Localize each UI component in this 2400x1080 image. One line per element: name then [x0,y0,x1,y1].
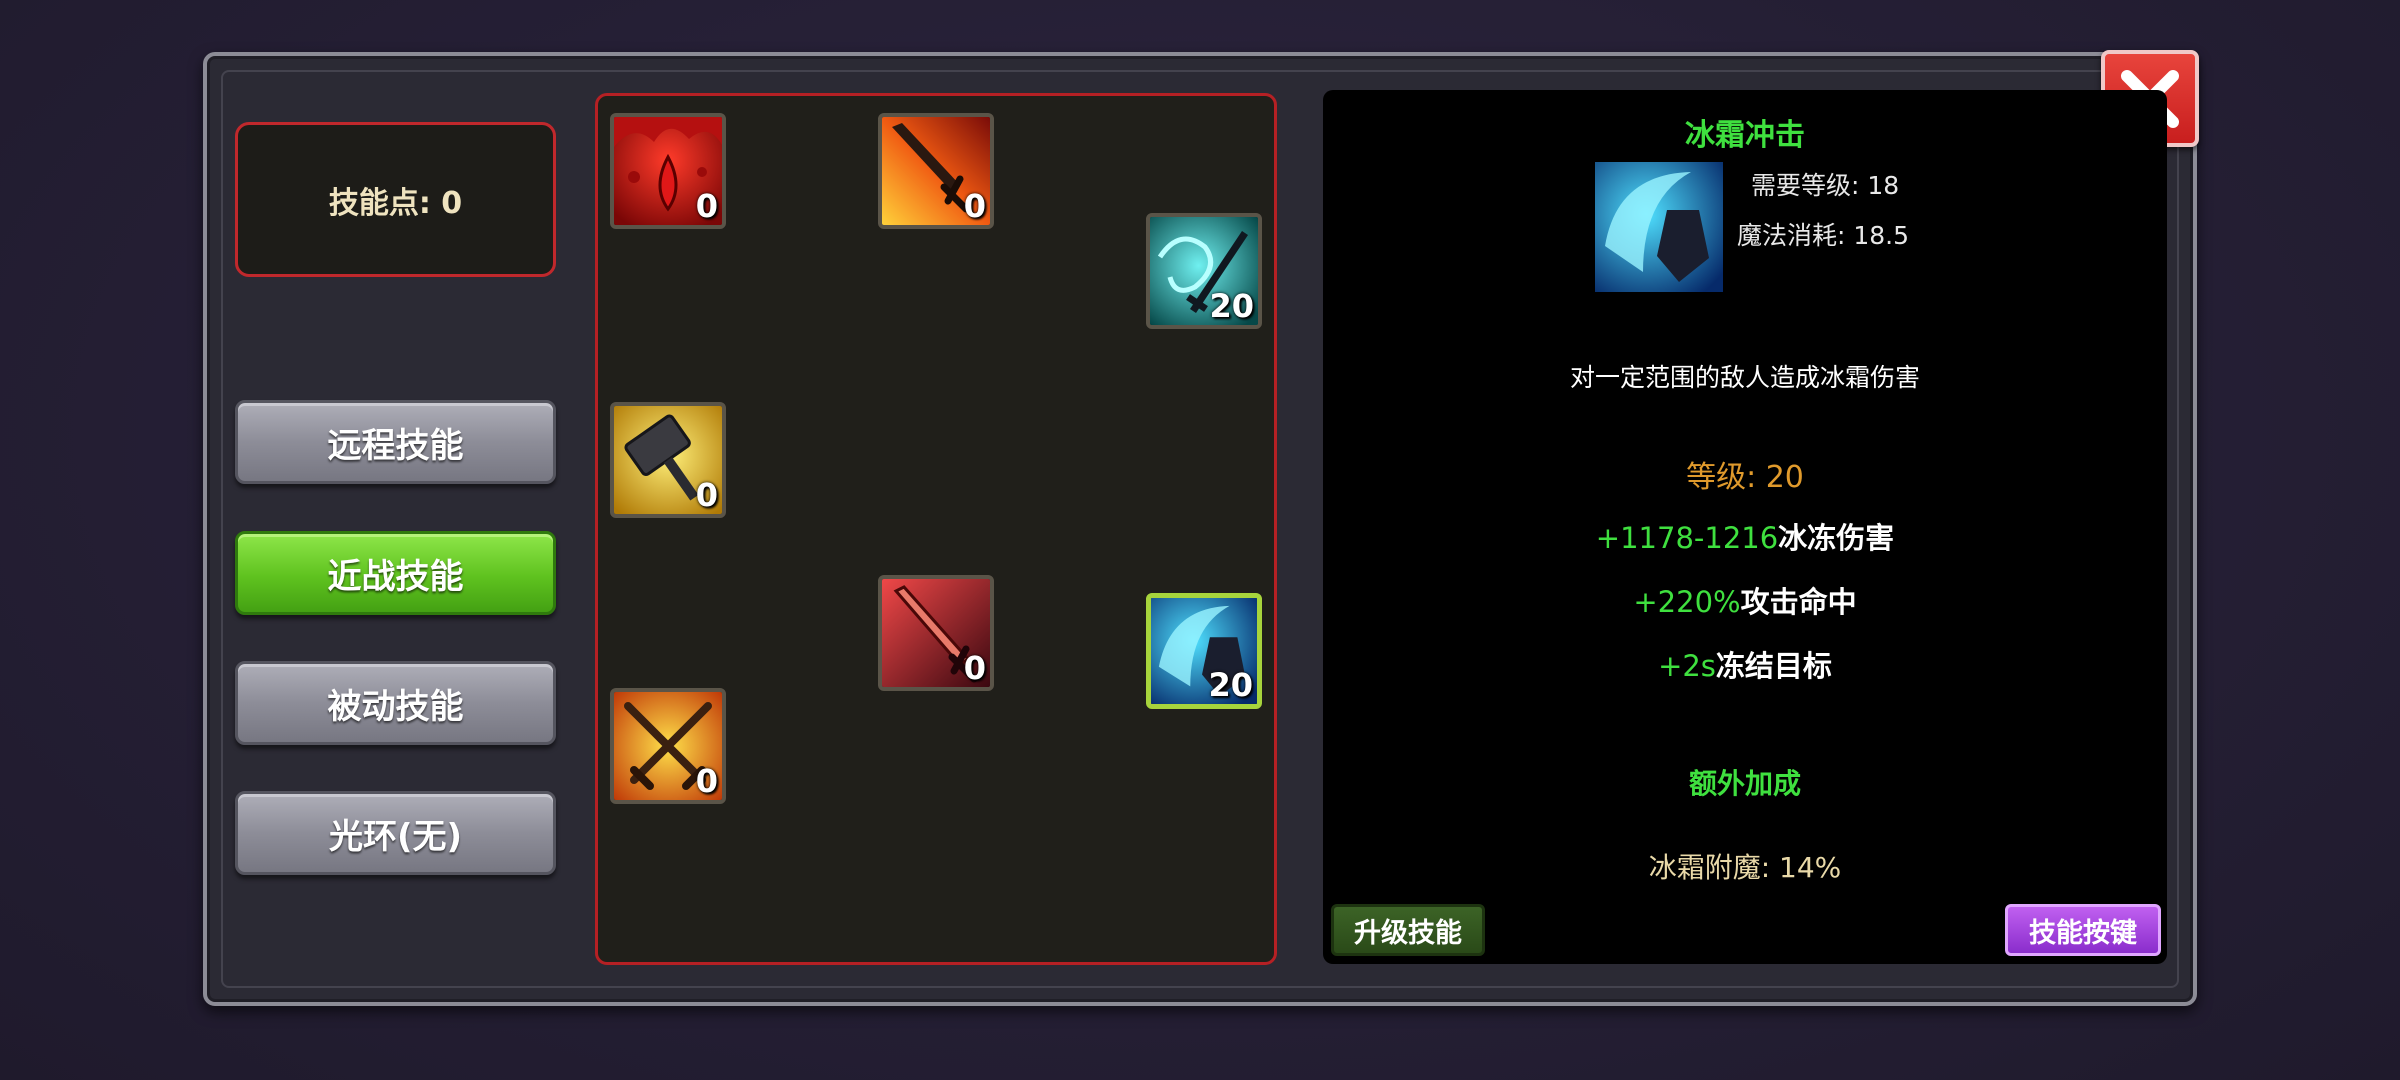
skill-detail-panel: 冰霜冲击 需要等级: 18 魔法消耗: 18.5 对一定范围的敌人造成冰霜伤害 … [1323,90,2167,964]
skill-name: 冰霜冲击 [1685,118,1805,153]
stat-line: +2s冻结目标 [1323,643,2167,685]
skill-level: 0 [963,187,986,225]
tab-label: 远程技能 [327,425,464,466]
skill-points-display: 技能点: 0 [235,122,556,277]
bonus-title: 额外加成 [1688,767,1801,800]
skill-level: 0 [695,762,718,800]
skill-slot-golden-hammer[interactable]: 0 [610,402,726,518]
stat-text: 冰冻伤害 [1778,521,1895,555]
frost-strike-icon [1595,162,1723,292]
tab-label: 被动技能 [327,686,464,727]
stat-value: +1178-1216 [1595,521,1779,555]
skill-slot-crimson-blade[interactable]: 0 [878,575,994,691]
skill-slot-blood-drop[interactable]: 0 [610,113,726,229]
mana-cost: 魔法消耗: 18.5 [1737,221,1910,250]
upgrade-skill-button[interactable]: 升级技能 [1331,904,1485,956]
skill-keybind-button[interactable]: 技能按键 [2005,904,2161,956]
stat-line: +220%攻击命中 [1323,579,2167,621]
skill-slot-frost-strike[interactable]: 20 [1146,593,1262,709]
skill-slot-crossed-swords[interactable]: 0 [610,688,726,804]
skill-level: 0 [695,187,718,225]
bonus-value: 冰霜附魔: 14% [1648,851,1842,884]
skill-level: 0 [963,649,986,687]
skill-points-label: 技能点: 0 [328,185,463,221]
skill-slot-flaming-sword[interactable]: 0 [878,113,994,229]
required-level: 需要等级: 18 [1751,171,1900,200]
stat-value: +220% [1633,585,1741,619]
keybind-label: 技能按键 [2029,917,2137,949]
tab-label: 光环(无) [328,816,463,857]
skill-level: 20 [1208,666,1253,704]
tab-label: 近战技能 [327,556,464,597]
skill-level: 20 [1209,287,1254,325]
tab-melee-skills[interactable]: 近战技能 [235,531,556,615]
tab-ranged-skills[interactable]: 远程技能 [235,400,556,484]
stat-text: 冻结目标 [1715,649,1832,683]
stat-text: 攻击命中 [1740,585,1857,619]
tab-passive-skills[interactable]: 被动技能 [235,661,556,745]
skill-description: 对一定范围的敌人造成冰霜伤害 [1569,363,1920,392]
skill-slot-ice-sword[interactable]: 20 [1146,213,1262,329]
stat-value: +2s [1658,649,1716,683]
skill-level: 0 [695,476,718,514]
skill-tree: 0 0 20 0 0 20 0 [595,93,1277,965]
tab-aura[interactable]: 光环(无) [235,791,556,875]
stat-line: +1178-1216冰冻伤害 [1323,515,2167,557]
skill-level-text: 等级: 20 [1686,460,1804,495]
upgrade-label: 升级技能 [1354,917,1462,949]
